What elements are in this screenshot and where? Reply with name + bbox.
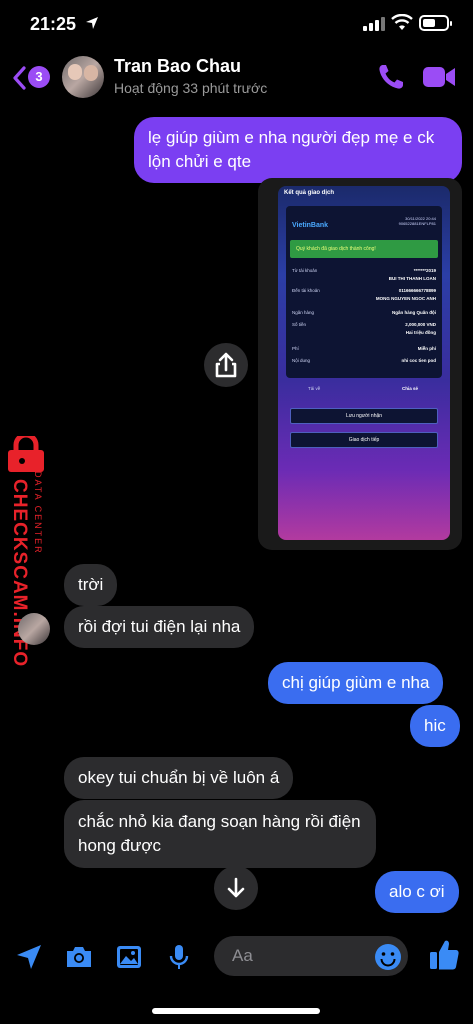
receipt-ref: 906522881ENFLP81	[398, 221, 436, 226]
share-button[interactable]	[204, 343, 248, 387]
location-arrow-icon	[86, 17, 98, 29]
receipt-row: Đến tài khoản 011666666778899	[292, 288, 436, 293]
message-composer	[0, 930, 473, 990]
save-recipient-button: Lưu người nhận	[290, 408, 438, 424]
message-bubble-outgoing[interactable]: chị giúp giùm e nha	[268, 662, 444, 704]
message-bubble-incoming[interactable]: rồi đợi tui điện lại nha	[64, 606, 255, 648]
scroll-to-bottom-button[interactable]	[214, 866, 258, 910]
cellular-signal-icon	[363, 17, 385, 31]
continue-transaction-button: Giao dịch tiếp	[290, 432, 438, 448]
watermark-line1: DATA CENTER	[33, 471, 43, 555]
message-text: alo c ơi	[389, 882, 445, 901]
receipt-card: VietinBank 30/11/2022 20:44 906522881ENFL…	[286, 206, 442, 378]
message-bubble-outgoing[interactable]: hic	[410, 705, 460, 747]
share-icon	[215, 352, 237, 378]
chevron-left-icon	[13, 66, 26, 90]
unread-badge: 3	[28, 66, 50, 88]
status-bar: 21:25	[0, 0, 473, 50]
contact-name[interactable]: Tran Bao Chau	[114, 56, 241, 77]
image-attachment[interactable]: Kết quả giao dịch VietinBank 30/11/2022 …	[258, 178, 462, 550]
arrow-down-icon	[227, 877, 245, 898]
contact-avatar-small[interactable]	[18, 613, 50, 645]
lock-icon	[8, 436, 44, 472]
contact-avatar[interactable]	[62, 56, 104, 98]
photo-gallery-icon[interactable]	[114, 942, 144, 972]
receipt-row: Ngân hàng Ngân hàng Quân đội	[292, 310, 436, 315]
thumbs-up-icon[interactable]	[428, 938, 460, 972]
camera-icon[interactable]	[64, 942, 94, 972]
clock: 21:25	[30, 14, 77, 34]
conversation-header: 3 Tran Bao Chau Hoạt động 33 phút trước	[0, 50, 473, 104]
receipt-row: Nội dung nhi coc tien pod	[292, 358, 436, 363]
receipt-row: Số tiền 2,000,000 VND	[292, 322, 436, 327]
message-text: lẹ giúp giùm e nha người đẹp mẹ e ck lộn…	[148, 128, 435, 171]
receipt-actions: Tải về Chia sẻ	[308, 386, 418, 391]
emoji-icon[interactable]	[373, 942, 403, 972]
message-bubble-outgoing[interactable]: alo c ơi	[375, 871, 459, 913]
receipt-row: Từ tài khoản *******2019	[292, 268, 436, 273]
message-text: trời	[78, 575, 104, 594]
message-bubble-incoming[interactable]: chắc nhỏ kia đang soạn hàng rồi điện hon…	[64, 800, 376, 868]
message-bubble-incoming[interactable]: trời	[64, 564, 118, 606]
message-text: okey tui chuẩn bị về luôn á	[78, 768, 280, 787]
success-banner: Quý khách đã giao dịch thành công!	[290, 240, 438, 258]
home-indicator	[152, 1008, 320, 1014]
message-bubble-outgoing[interactable]: lẹ giúp giùm e nha người đẹp mẹ e ck lộn…	[134, 117, 462, 183]
share-label: Chia sẻ	[401, 386, 418, 391]
presence-status: Hoạt động 33 phút trước	[114, 80, 268, 96]
message-text: rồi đợi tui điện lại nha	[78, 617, 241, 636]
microphone-icon[interactable]	[164, 942, 194, 972]
battery-icon	[419, 15, 452, 31]
download-label: Tải về	[308, 386, 321, 391]
message-text: hic	[424, 716, 446, 735]
location-send-icon[interactable]	[14, 942, 44, 972]
video-call-icon[interactable]	[422, 64, 456, 90]
receipt-title: Kết quả giao dịch	[284, 190, 335, 196]
phone-call-icon[interactable]	[376, 62, 406, 92]
message-text: chắc nhỏ kia đang soạn hàng rồi điện hon…	[78, 812, 361, 855]
back-button[interactable]: 3	[12, 64, 52, 92]
bank-receipt-screenshot: Kết quả giao dịch VietinBank 30/11/2022 …	[278, 186, 450, 540]
wifi-icon	[391, 14, 413, 30]
bank-logo: VietinBank	[292, 222, 329, 229]
message-bubble-incoming[interactable]: okey tui chuẩn bị về luôn á	[64, 757, 294, 799]
receipt-row: Phí Miễn phí	[292, 346, 436, 351]
message-text: chị giúp giùm e nha	[282, 673, 430, 692]
